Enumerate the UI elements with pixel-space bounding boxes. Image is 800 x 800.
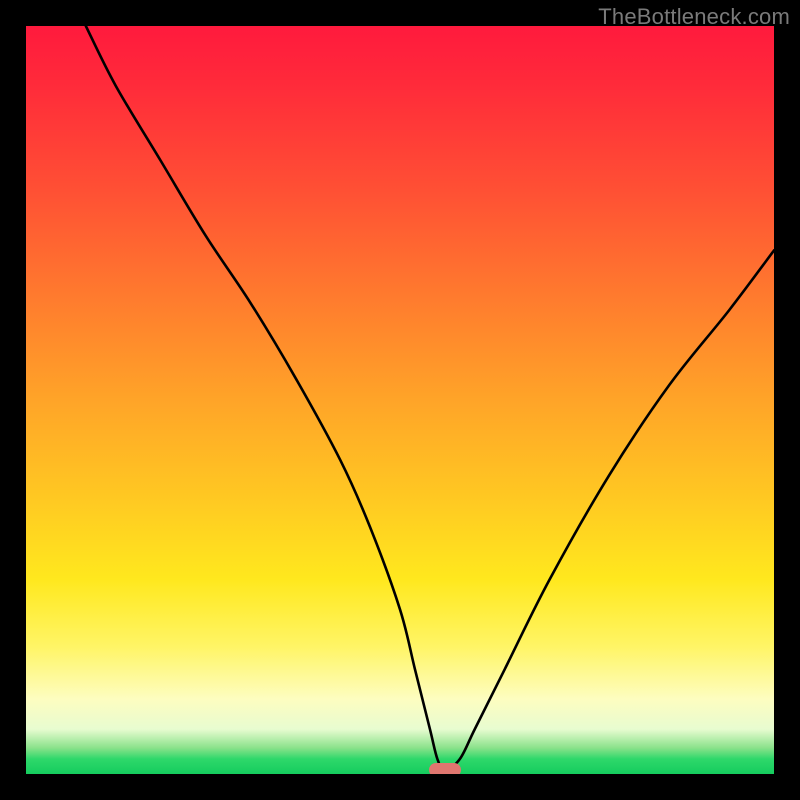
optimal-marker [429,763,461,774]
bottleneck-curve [26,26,774,774]
chart-frame: TheBottleneck.com [0,0,800,800]
plot-area [26,26,774,774]
watermark-label: TheBottleneck.com [598,4,790,30]
